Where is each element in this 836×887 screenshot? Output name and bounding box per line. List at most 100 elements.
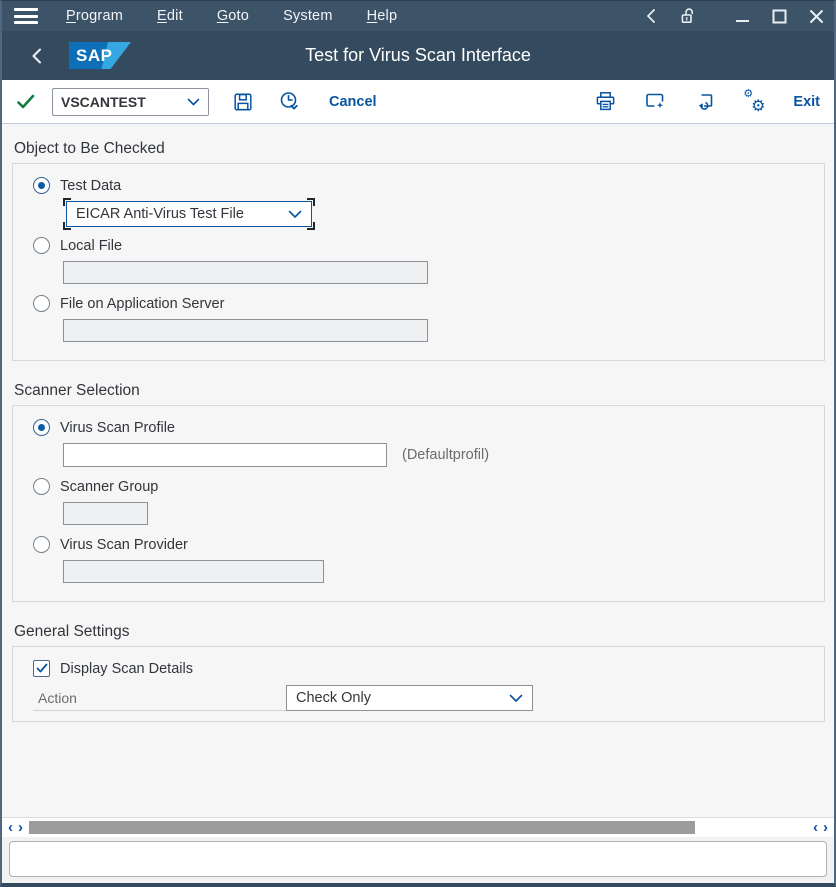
chevron-left-icon <box>30 47 43 65</box>
option-row-virus-scan-provider: Virus Scan Provider <box>33 536 804 553</box>
option-row-scanner-group: Scanner Group <box>33 478 804 495</box>
menu-item-goto-accel: G <box>217 8 228 24</box>
transaction-code-combobox[interactable]: VSCANTEST <box>52 88 209 116</box>
save-icon <box>233 92 253 112</box>
radio-local-file-label: Local File <box>60 238 122 254</box>
exit-button[interactable]: Exit <box>793 94 820 110</box>
section-title-general-settings: General Settings <box>14 623 834 641</box>
radio-virus-scan-profile-label: Virus Scan Profile <box>60 420 175 436</box>
chevron-down-icon <box>288 210 302 219</box>
scrollbar-thumb[interactable] <box>29 821 695 834</box>
radio-virus-scan-provider[interactable] <box>33 536 50 553</box>
menu-item-program-accel: P <box>66 8 76 24</box>
horizontal-scrollbar: ‹ › ‹ › <box>2 817 834 837</box>
group-scanner-selection: Virus Scan Profile (Defaultprofil) Scann… <box>12 405 825 602</box>
titlebar: SAP Test for Virus Scan Interface <box>2 31 834 80</box>
close-icon <box>809 9 824 24</box>
action-dropdown[interactable]: Check Only <box>286 685 533 711</box>
page-title: Test for Virus Scan Interface <box>2 45 834 66</box>
status-message-box <box>9 841 827 877</box>
radio-virus-scan-profile[interactable] <box>33 419 50 436</box>
toolbar: VSCANTEST Cancel <box>2 80 834 124</box>
section-title-object-to-be-checked: Object to Be Checked <box>14 140 834 158</box>
focus-frame: EICAR Anti-Virus Test File <box>63 198 315 230</box>
menu-item-help-accel: H <box>367 8 378 24</box>
option-row-virus-scan-profile: Virus Scan Profile <box>33 419 804 436</box>
section-title-scanner-selection: Scanner Selection <box>14 382 834 400</box>
continue-button[interactable] <box>16 93 36 110</box>
menu-item-system-label: System <box>283 8 333 24</box>
cancel-button[interactable]: Cancel <box>329 94 377 110</box>
radio-local-file[interactable] <box>33 237 50 254</box>
window-arrow-icon <box>694 91 715 112</box>
scroll-left-end-button[interactable]: ‹ <box>813 821 818 835</box>
scroll-right-button[interactable]: › <box>18 821 23 835</box>
group-general-settings: Display Scan Details Action Check Only <box>12 646 825 722</box>
scanner-group-input[interactable] <box>63 502 148 525</box>
shell-back-button[interactable] <box>645 8 657 24</box>
defaultprofil-hint: (Defaultprofil) <box>402 447 489 463</box>
radio-test-data[interactable] <box>33 177 50 194</box>
action-row: Action Check Only <box>33 685 804 711</box>
action-label: Action <box>33 685 286 711</box>
menu-item-goto[interactable]: Goto <box>217 8 249 24</box>
maximize-button[interactable] <box>772 9 787 24</box>
transaction-code-value: VSCANTEST <box>61 94 187 110</box>
option-row-display-scan-details: Display Scan Details <box>33 660 804 677</box>
menu-item-program-label: rogram <box>76 8 123 24</box>
screen-star-icon <box>644 91 666 112</box>
action-dropdown-value: Check Only <box>296 690 509 706</box>
scrollbar-track[interactable] <box>29 821 803 834</box>
focus-corner <box>63 198 71 206</box>
status-area <box>2 837 834 883</box>
close-button[interactable] <box>809 9 824 24</box>
menu-items: Program Edit Goto System Help <box>66 8 397 24</box>
green-checkmark-icon <box>16 93 36 110</box>
menu-item-help-label: elp <box>377 8 397 24</box>
radio-scanner-group[interactable] <box>33 478 50 495</box>
virus-scan-profile-input[interactable] <box>63 443 387 467</box>
schedule-button[interactable] <box>279 91 301 112</box>
shortcut-button[interactable] <box>644 91 666 112</box>
save-button[interactable] <box>233 92 253 112</box>
application-server-file-input[interactable] <box>63 319 428 342</box>
radio-test-data-label: Test Data <box>60 178 121 194</box>
focus-corner <box>63 222 71 230</box>
unlock-button[interactable] <box>679 6 699 26</box>
virus-scan-provider-input[interactable] <box>63 560 324 583</box>
print-button[interactable] <box>595 91 616 112</box>
scroll-right-end-button[interactable]: › <box>823 821 828 835</box>
maximize-icon <box>772 9 787 24</box>
chevron-down-icon <box>509 694 523 703</box>
local-file-input[interactable] <box>63 261 428 284</box>
menu-item-system[interactable]: System <box>283 8 333 24</box>
clock-icon <box>279 91 301 112</box>
test-data-dropdown-value: EICAR Anti-Virus Test File <box>76 206 288 222</box>
menu-item-help[interactable]: Help <box>367 8 398 24</box>
checkbox-display-scan-details-label: Display Scan Details <box>60 661 193 677</box>
menu-item-edit[interactable]: Edit <box>157 8 183 24</box>
settings-button[interactable]: ⚙ ⚙ <box>743 92 765 112</box>
hamburger-menu-icon[interactable] <box>14 8 38 24</box>
back-button[interactable] <box>30 47 43 65</box>
main-content: Object to Be Checked Test Data EICAR Ant… <box>2 124 834 817</box>
menu-item-edit-label: dit <box>167 8 183 24</box>
menu-item-goto-label: oto <box>228 8 249 24</box>
radio-file-on-application-server[interactable] <box>33 295 50 312</box>
minimize-icon <box>735 8 750 24</box>
minimize-button[interactable] <box>735 8 750 24</box>
chevron-down-icon <box>187 98 200 106</box>
sap-logo-text: SAP <box>76 46 112 66</box>
checkbox-display-scan-details[interactable] <box>33 660 50 677</box>
radio-scanner-group-label: Scanner Group <box>60 479 158 495</box>
option-row-local-file: Local File <box>33 237 804 254</box>
radio-virus-scan-provider-label: Virus Scan Provider <box>60 537 188 553</box>
menubar: Program Edit Goto System Help <box>2 1 834 31</box>
scroll-left-button[interactable]: ‹ <box>8 821 13 835</box>
test-data-dropdown[interactable]: EICAR Anti-Virus Test File <box>66 201 312 227</box>
radio-file-on-application-server-label: File on Application Server <box>60 296 224 312</box>
menu-item-edit-accel: E <box>157 8 167 24</box>
new-session-button[interactable] <box>694 91 715 112</box>
menu-item-program[interactable]: Program <box>66 8 123 24</box>
sap-logo: SAP <box>69 42 131 69</box>
